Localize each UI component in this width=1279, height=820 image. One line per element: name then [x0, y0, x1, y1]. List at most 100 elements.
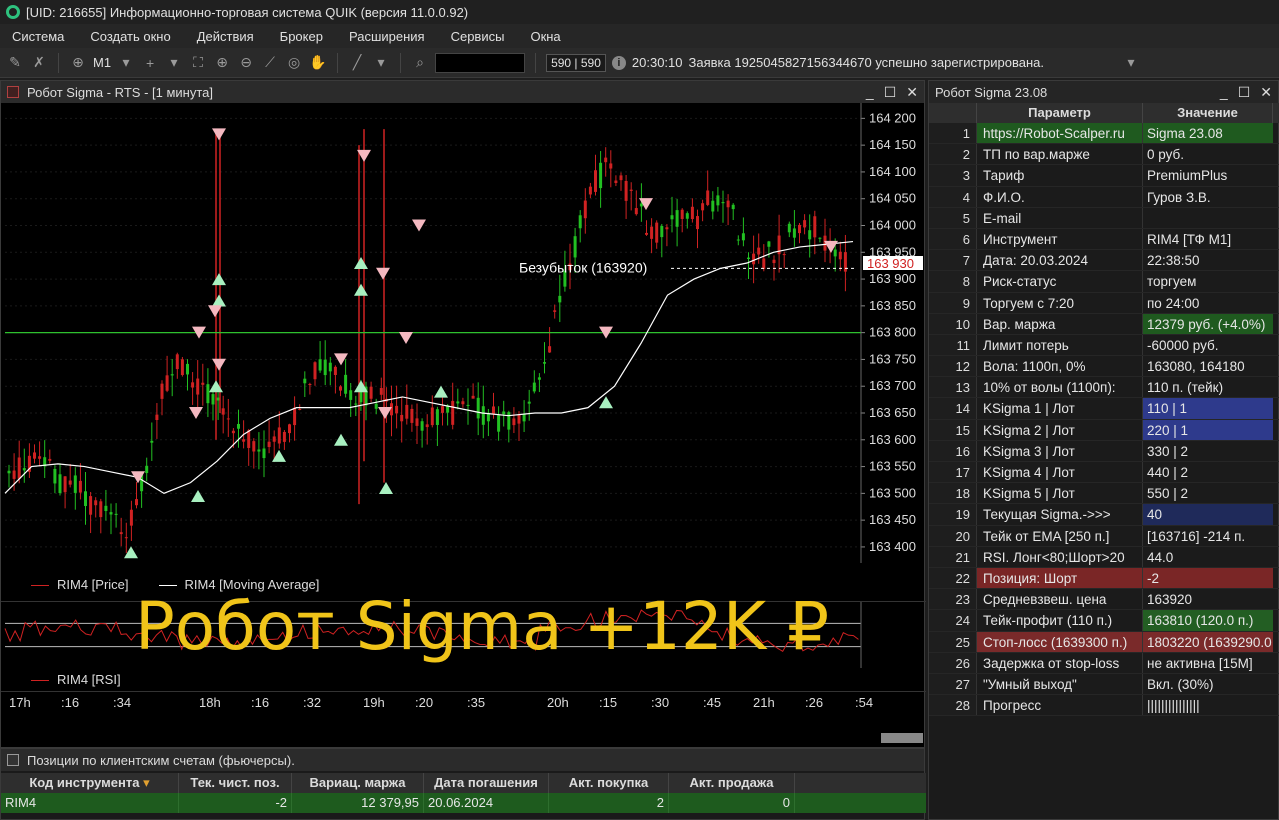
table-row[interactable]: 5 E-mail	[929, 207, 1279, 229]
add-chart-icon[interactable]: ⊕	[69, 54, 87, 71]
param-value: |||||||||||||||	[1147, 698, 1200, 714]
interval-select[interactable]: M1	[93, 55, 111, 70]
candle-body	[201, 382, 205, 385]
table-row[interactable]: 4 Ф.И.О. Гуров З.В.	[929, 186, 1279, 208]
menu-broker[interactable]: Брокер	[268, 29, 337, 44]
table-row[interactable]: 21 RSI. Лонг<80;Шорт>20 44.0	[929, 546, 1279, 568]
column-parameter[interactable]: Параметр	[977, 103, 1143, 123]
zoom-out-icon[interactable]: ⊖	[237, 54, 255, 71]
close-icon[interactable]: ✕	[906, 84, 918, 101]
toolbar-divider	[400, 52, 402, 73]
column-expiry-date[interactable]: Дата погашения	[424, 773, 549, 793]
menu-services[interactable]: Сервисы	[439, 29, 519, 44]
candle-body	[588, 186, 592, 195]
candle-body	[502, 411, 506, 415]
table-row[interactable]: 9 Торгуем с 7:20 по 24:00	[929, 292, 1279, 314]
column-variation-margin[interactable]: Вариац. маржа	[292, 773, 424, 793]
candle-body	[787, 223, 791, 233]
table-row[interactable]: 20 Тейк от EMA [250 п.] [163716] -214 п.	[929, 525, 1279, 547]
minimize-icon[interactable]: _	[1220, 84, 1228, 101]
crosshair-icon[interactable]: +	[141, 55, 159, 71]
candle-body	[410, 408, 414, 423]
column-active-sell[interactable]: Акт. продажа	[669, 773, 795, 793]
table-row[interactable]: 17 KSigma 4 | Лот 440 | 2	[929, 462, 1279, 484]
toolbar-divider	[337, 52, 339, 73]
param-name: Лимит потерь	[977, 334, 1143, 356]
menu-system[interactable]: Система	[0, 29, 78, 44]
chevron-down-icon[interactable]: ▾	[117, 54, 135, 71]
candle-body	[690, 206, 694, 220]
cell-active-sell: 0	[669, 793, 795, 813]
chevron-down-icon[interactable]: ▾	[1122, 54, 1140, 71]
table-row[interactable]: 2 ТП по вар.марже 0 руб.	[929, 144, 1279, 166]
table-row[interactable]: 13 10% от волы (1100п): 110 п. (тейк)	[929, 377, 1279, 399]
table-row[interactable]: 12 Вола: 1100п, 0% 163080, 164180	[929, 356, 1279, 378]
table-row[interactable]: 7 Дата: 20.03.2024 22:38:50	[929, 250, 1279, 272]
close-icon[interactable]: ✕	[1260, 84, 1272, 101]
price-chart[interactable]: 164 200 164 150 164 100 164 050 164 000 163 9…	[1, 103, 926, 573]
table-row[interactable]: 1 https://Robot-Scalper.ru Sigma 23.08	[929, 123, 1279, 145]
table-row[interactable]: 11 Лимит потерь -60000 руб.	[929, 334, 1279, 357]
maximize-icon[interactable]: ☐	[1238, 84, 1251, 101]
ruler-icon[interactable]: ⟋	[261, 54, 279, 71]
table-row[interactable]: 22 Позиция: Шорт -2	[929, 567, 1279, 590]
candle-body	[298, 408, 302, 410]
table-row[interactable]: 6 Инструмент RIM4 [ТФ M1]	[929, 228, 1279, 251]
sell-signal-marker	[412, 219, 426, 232]
column-active-buy[interactable]: Акт. покупка	[549, 773, 669, 793]
menu-actions[interactable]: Действия	[185, 29, 268, 44]
search-input[interactable]	[435, 52, 526, 73]
menu-windows[interactable]: Окна	[518, 29, 574, 44]
column-value[interactable]: Значение	[1143, 103, 1273, 123]
pencil-icon[interactable]: ✎	[6, 54, 24, 71]
table-row[interactable]: 24 Тейк-профит (110 п.) 163810 (120.0 п.)	[929, 610, 1279, 632]
table-row[interactable]: 23 Средневзвеш. цена 163920	[929, 589, 1279, 611]
candle-body	[191, 382, 195, 388]
pencil-delete-icon[interactable]: ✗	[30, 54, 48, 71]
table-row[interactable]: 19 Текущая Sigma.->>> 40	[929, 504, 1279, 526]
fit-screen-icon[interactable]: ⛶	[189, 54, 207, 71]
candle-body	[33, 452, 36, 459]
maximize-icon[interactable]: ☐	[884, 84, 897, 101]
param-name: Позиция: Шорт	[977, 567, 1143, 589]
table-row[interactable]: 8 Риск-статус торгуем	[929, 271, 1279, 293]
table-row[interactable]: 3 Тариф PremiumPlus	[929, 165, 1279, 187]
horizontal-scrollbar[interactable]	[881, 733, 923, 743]
minimize-icon[interactable]: _	[866, 84, 874, 101]
y-tick-label: 163 650	[869, 405, 916, 420]
candle-body	[349, 390, 353, 400]
table-row[interactable]: 16 KSigma 3 | Лот 330 | 2	[929, 440, 1279, 462]
column-net-position[interactable]: Тек. чист. поз.	[179, 773, 292, 793]
candle-body	[833, 249, 837, 257]
time-tick-label: :16	[61, 695, 80, 710]
table-row[interactable]: 10 Вар. маржа 12379 руб. (+4.0%)	[929, 313, 1279, 335]
candle-body	[808, 230, 812, 240]
table-row[interactable]: 25 Стоп-лосс (1639300 п.) 1803220 (1639290…	[929, 631, 1279, 653]
table-row[interactable]: 15 KSigma 2 | Лот 220 | 1	[929, 419, 1279, 441]
table-row[interactable]: RIM4 -2 12 379,95 20.06.2024 2 0	[1, 793, 926, 813]
chevron-down-icon[interactable]: ▾	[372, 54, 390, 71]
table-row[interactable]: 28 Прогресс |||||||||||||||	[929, 695, 1279, 717]
target-icon[interactable]: ◎	[285, 54, 303, 71]
candle-body	[288, 424, 291, 434]
hand-icon[interactable]: ✋	[309, 54, 327, 71]
candle-body	[476, 397, 480, 419]
search-icon[interactable]: ⌕	[411, 54, 429, 71]
menu-extensions[interactable]: Расширения	[337, 29, 439, 44]
buy-signal-marker	[191, 490, 205, 503]
candle-body	[543, 362, 546, 364]
column-instrument-code[interactable]: Код инструмента ▾	[1, 773, 179, 793]
price-chart-svg: 164 200 164 150 164 100 164 050 164 000 163 9…	[4, 103, 923, 563]
table-row[interactable]: 18 KSigma 5 | Лот 550 | 2	[929, 483, 1279, 505]
candle-body	[747, 257, 750, 259]
table-row[interactable]: 14 KSigma 1 | Лот 110 | 1	[929, 398, 1279, 420]
table-row[interactable]: 26 Задержка от stop-loss не активна [15M]	[929, 652, 1279, 674]
y-tick-label: 163 750	[869, 351, 916, 366]
chevron-down-icon[interactable]: ▾	[165, 54, 183, 71]
time-tick-label: :54	[855, 695, 874, 710]
menu-create-window[interactable]: Создать окно	[78, 29, 184, 44]
candle-body	[685, 213, 689, 219]
line-tool-icon[interactable]: ╱	[348, 54, 366, 71]
table-row[interactable]: 27 "Умный выход" Вкл. (30%)	[929, 673, 1279, 696]
zoom-in-icon[interactable]: ⊕	[213, 54, 231, 71]
